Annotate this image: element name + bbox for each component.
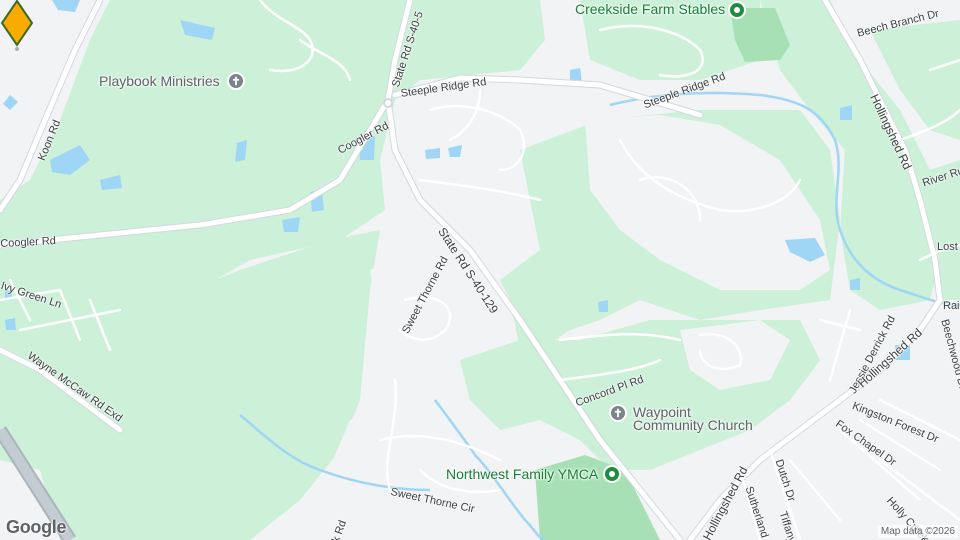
- ymca-pin-icon[interactable]: [603, 465, 621, 483]
- ymca-label[interactable]: Northwest Family YMCA: [446, 466, 598, 482]
- church-cross-icon[interactable]: ✝: [609, 404, 627, 422]
- road-label-lost: Lost: [937, 241, 958, 253]
- map-canvas[interactable]: Creekside Farm Stables Playbook Ministri…: [0, 0, 960, 540]
- church-cross-icon[interactable]: ✝: [227, 72, 245, 90]
- creekside-farm-stables-label[interactable]: Creekside Farm Stables: [575, 1, 725, 17]
- google-logo[interactable]: Google: [6, 517, 67, 538]
- road-label-rai: Rai: [943, 300, 960, 312]
- playbook-ministries-label[interactable]: Playbook Ministries: [99, 73, 220, 89]
- creekside-pin-icon[interactable]: [728, 1, 746, 19]
- map-attribution[interactable]: Map data ©2026: [877, 525, 958, 538]
- location-marker-icon[interactable]: [0, 0, 34, 52]
- waypoint-label-line2[interactable]: Community Church: [633, 417, 753, 433]
